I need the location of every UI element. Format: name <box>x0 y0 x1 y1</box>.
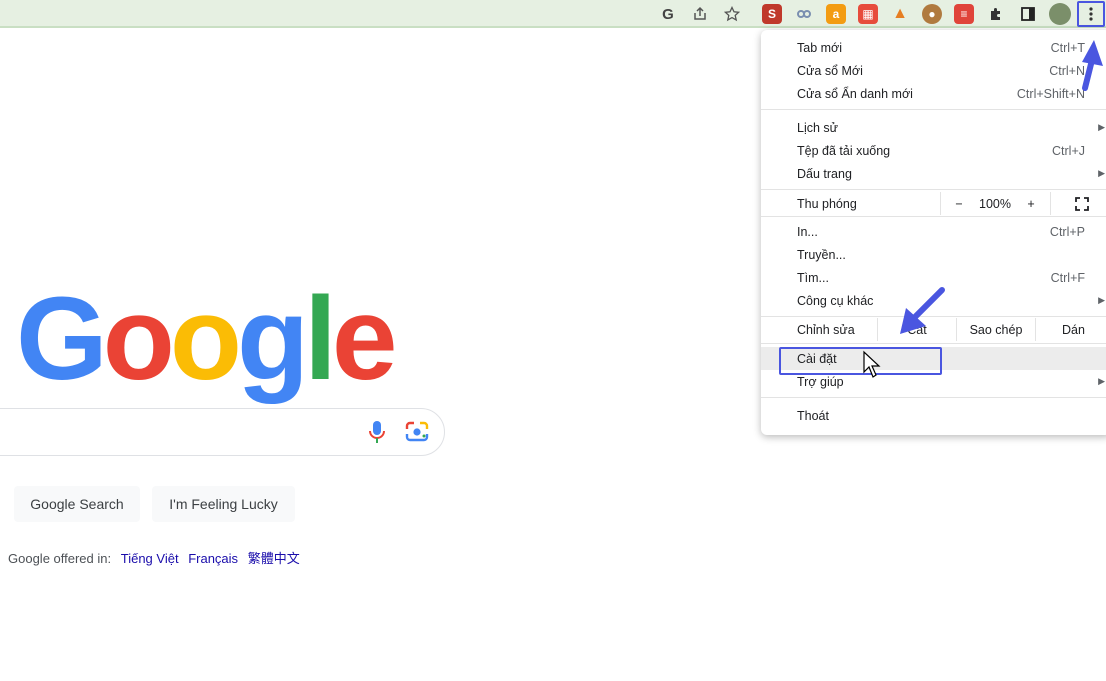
print-shortcut: Ctrl+P <box>1049 224 1085 239</box>
browser-window: G S a ▦ ▲ ● ≡ Google Google Search I'm F… <box>0 0 1106 681</box>
find-shortcut: Ctrl+F <box>1050 270 1085 285</box>
zoom-in-button[interactable]: + <box>1013 192 1049 215</box>
submenu-arrow-icon: ▶ <box>1098 122 1105 132</box>
logo-letter-o1: o <box>102 273 175 405</box>
logo-letter-g1: G <box>16 273 108 405</box>
incognito-label: Cửa sổ Ẩn danh mới <box>797 86 913 101</box>
language-link-chinese[interactable]: 繁體中文 <box>248 551 300 566</box>
downloads-shortcut: Ctrl+J <box>1052 143 1085 158</box>
menu-divider <box>761 216 1106 217</box>
menu-item-print[interactable]: In... Ctrl+P <box>761 220 1106 243</box>
downloads-label: Tệp đã tải xuống <box>797 143 891 158</box>
share-icon[interactable] <box>690 4 710 24</box>
new-window-shortcut: Ctrl+N <box>1049 63 1085 78</box>
menu-divider <box>761 343 1106 344</box>
logo-letter-o2: o <box>169 273 242 405</box>
google-lens-icon[interactable]: G <box>658 4 678 24</box>
menu-item-downloads[interactable]: Tệp đã tải xuống Ctrl+J <box>761 139 1106 162</box>
cast-label: Truyền... <box>797 247 846 262</box>
extension-a-label: a <box>832 7 840 21</box>
language-link-french[interactable]: Français <box>188 551 238 566</box>
zoom-divider <box>1050 192 1051 215</box>
extension-todo-icon[interactable]: ≡ <box>954 4 974 24</box>
offered-in-label: Google offered in: <box>8 551 112 566</box>
history-label: Lịch sử <box>797 120 839 135</box>
menu-item-incognito[interactable]: Cửa sổ Ẩn danh mới Ctrl+Shift+N <box>761 82 1106 105</box>
extension-cookie-icon[interactable]: ● <box>922 4 942 24</box>
logo-letter-e: e <box>331 273 398 405</box>
extension-s-label: S <box>767 7 776 21</box>
help-label: Trợ giúp <box>797 374 844 389</box>
fullscreen-icon[interactable] <box>1067 192 1097 215</box>
more-tools-label: Công cụ khác <box>797 293 874 308</box>
menu-divider <box>761 189 1106 190</box>
feeling-lucky-button[interactable]: I'm Feeling Lucky <box>152 486 295 522</box>
extensions-puzzle-icon[interactable] <box>986 4 1006 24</box>
copy-button[interactable]: Sao chép <box>957 318 1035 341</box>
menu-item-find[interactable]: Tìm... Ctrl+F <box>761 266 1106 289</box>
exit-label: Thoát <box>797 408 829 423</box>
submenu-arrow-icon: ▶ <box>1098 168 1105 178</box>
profile-avatar[interactable] <box>1049 3 1071 25</box>
menu-item-history[interactable]: Lịch sử ▶ <box>761 116 1106 139</box>
edit-label: Chỉnh sửa <box>797 322 855 337</box>
new-tab-shortcut: Ctrl+T <box>1050 40 1085 55</box>
extension-s-icon[interactable]: S <box>762 4 782 24</box>
extension-link-icon[interactable] <box>794 4 814 24</box>
extension-a-icon[interactable]: a <box>826 4 846 24</box>
submenu-arrow-icon: ▶ <box>1098 295 1105 305</box>
new-tab-label: Tab mới <box>797 40 843 55</box>
find-label: Tìm... <box>797 270 829 285</box>
menu-item-more-tools[interactable]: Công cụ khác ▶ <box>761 289 1106 312</box>
menu-item-cast[interactable]: Truyền... <box>761 243 1106 266</box>
zoom-label: Thu phóng <box>797 196 857 211</box>
camera-lens-icon[interactable] <box>404 420 430 444</box>
logo-letter-l: l <box>304 273 337 405</box>
settings-highlight-box <box>779 347 942 375</box>
side-panel-icon[interactable] <box>1018 4 1038 24</box>
menu-item-zoom: Thu phóng − 100% + <box>761 192 1106 215</box>
paste-button[interactable]: Dán <box>1036 318 1106 341</box>
logo-letter-g2: g <box>236 273 309 405</box>
google-logo: Google <box>16 273 398 405</box>
submenu-arrow-icon: ▶ <box>1098 376 1105 386</box>
microphone-icon[interactable] <box>365 418 389 446</box>
print-label: In... <box>797 224 818 239</box>
menu-item-new-window[interactable]: Cửa sổ Mới Ctrl+N <box>761 59 1106 82</box>
offered-in-line: Google offered in: Tiếng Việt Français 繁… <box>8 548 300 567</box>
menu-item-new-tab[interactable]: Tab mới Ctrl+T <box>761 36 1106 59</box>
extension-grid-icon[interactable]: ▦ <box>858 4 878 24</box>
new-window-label: Cửa sổ Mới <box>797 63 863 78</box>
language-link-vietnamese[interactable]: Tiếng Việt <box>121 551 179 566</box>
menu-button-highlight-box <box>1077 1 1105 27</box>
menu-divider <box>761 109 1106 110</box>
extension-fire-icon[interactable]: ▲ <box>890 4 910 24</box>
menu-divider <box>761 316 1106 317</box>
bookmarks-label: Dấu trang <box>797 166 852 181</box>
cut-button[interactable]: Cắt <box>878 318 956 341</box>
browser-toolbar: G S a ▦ ▲ ● ≡ <box>0 0 1106 28</box>
menu-item-exit[interactable]: Thoát <box>761 404 1106 427</box>
bookmark-star-icon[interactable] <box>722 4 742 24</box>
incognito-shortcut: Ctrl+Shift+N <box>1016 86 1085 101</box>
zoom-level: 100% <box>979 196 1011 211</box>
google-g-label: G <box>662 5 674 23</box>
menu-item-bookmarks[interactable]: Dấu trang ▶ <box>761 162 1106 185</box>
menu-divider <box>761 397 1106 398</box>
zoom-out-button[interactable]: − <box>941 192 977 215</box>
menu-item-edit: Chỉnh sửa Cắt Sao chép Dán <box>761 318 1106 341</box>
google-search-button[interactable]: Google Search <box>14 486 140 522</box>
